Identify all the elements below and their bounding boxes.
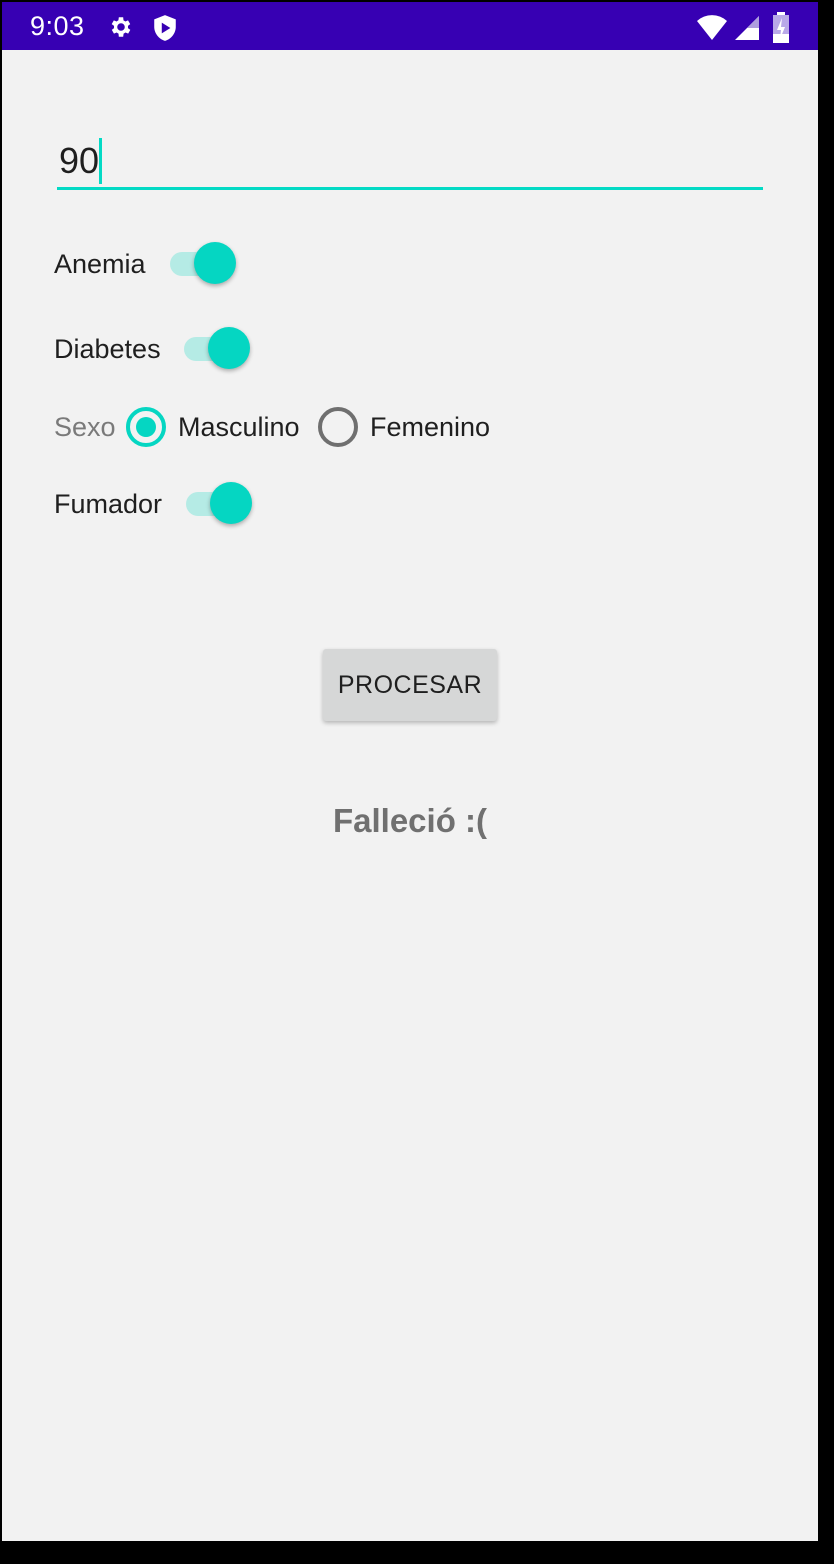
radio-label-masculino[interactable]: Masculino xyxy=(178,412,300,443)
signal-icon xyxy=(734,15,760,46)
switch-thumb xyxy=(210,482,252,524)
text-cursor xyxy=(99,138,102,184)
status-time: 9:03 xyxy=(30,11,85,41)
switch-thumb xyxy=(194,242,236,284)
anemia-switch[interactable] xyxy=(170,242,238,286)
shield-icon xyxy=(152,14,178,47)
switch-label-anemia: Anemia xyxy=(54,249,146,279)
radio-femenino[interactable] xyxy=(318,407,358,447)
wifi-icon xyxy=(696,15,728,46)
app-screen: 9:03 90 Anemia Diabetes Sexo Masculino F… xyxy=(2,2,818,1541)
process-button[interactable]: PROCESAR xyxy=(323,649,497,721)
switch-thumb xyxy=(208,327,250,369)
gear-icon xyxy=(108,14,134,45)
radio-label-femenino[interactable]: Femenino xyxy=(370,412,490,443)
switch-label-diabetes: Diabetes xyxy=(54,334,161,364)
diabetes-switch[interactable] xyxy=(184,327,252,371)
radio-masculino[interactable] xyxy=(126,407,166,447)
fumador-switch[interactable] xyxy=(186,482,254,526)
battery-icon xyxy=(772,12,790,49)
sex-label: Sexo xyxy=(54,412,116,442)
radio-dot xyxy=(136,417,156,437)
age-input-underline[interactable] xyxy=(57,187,763,190)
switch-label-fumador: Fumador xyxy=(54,489,163,519)
status-bar: 9:03 xyxy=(2,2,818,50)
age-input-value[interactable]: 90 xyxy=(59,140,99,182)
result-text: Falleció :( xyxy=(332,802,488,839)
